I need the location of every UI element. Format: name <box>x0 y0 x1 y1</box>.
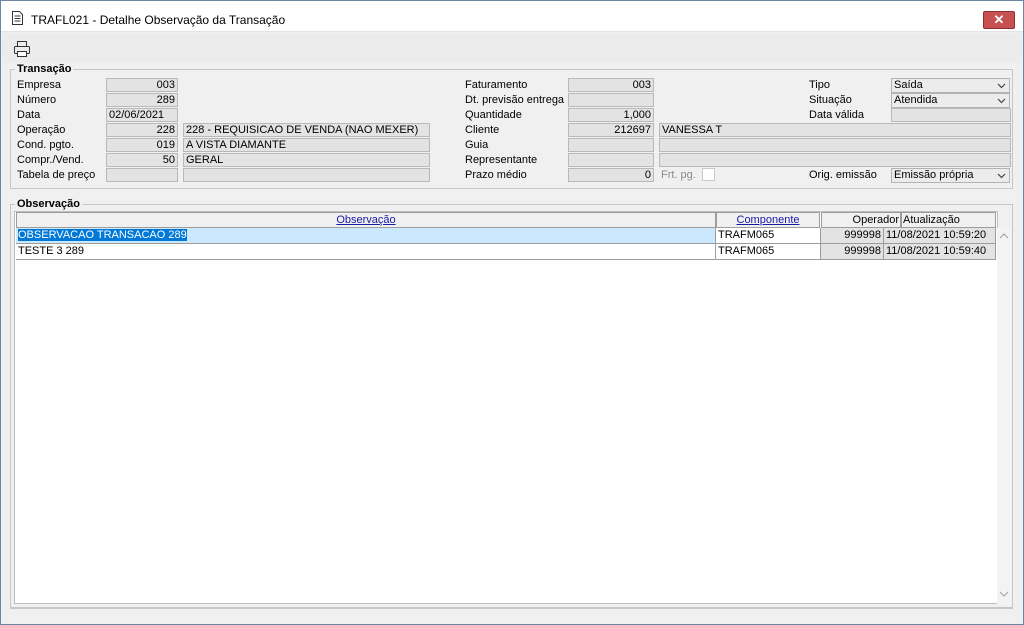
title-bar[interactable]: TRAFL021 - Detalhe Observação da Transaç… <box>1 1 1023 32</box>
data-valida-field[interactable] <box>891 108 1011 122</box>
empresa-field[interactable]: 003 <box>106 78 178 92</box>
chevron-up-icon[interactable] <box>999 232 1009 240</box>
quantidade-field[interactable]: 1,000 <box>568 108 654 122</box>
operacao-code-field[interactable]: 228 <box>106 123 178 137</box>
observacao-legend: Observação <box>15 198 82 210</box>
close-icon: ✕ <box>993 12 1005 27</box>
atualizacao-cell[interactable]: 11/08/2021 10:59:20 <box>884 228 996 244</box>
bottom-divider <box>10 607 1012 608</box>
quantidade-label: Quantidade <box>465 109 522 121</box>
tabela-preco-label: Tabela de preço <box>17 169 96 181</box>
column-header-componente[interactable]: Componente <box>716 212 820 228</box>
observacao-cell[interactable]: OBSERVACAO TRANSACAO 289 <box>16 228 716 244</box>
cond-pgto-code-field[interactable]: 019 <box>106 138 178 152</box>
representante-name-field[interactable] <box>659 153 1011 167</box>
orig-emissao-value: Emissão própria <box>894 169 974 181</box>
faturamento-label: Faturamento <box>465 79 528 91</box>
atualizacao-cell[interactable]: 11/08/2021 10:59:40 <box>884 244 996 260</box>
window-title: TRAFL021 - Detalhe Observação da Transaç… <box>31 13 286 27</box>
observacao-text: OBSERVACAO TRANSACAO 289 <box>18 229 187 241</box>
data-label: Data <box>17 109 41 121</box>
guia-label: Guia <box>465 139 489 151</box>
situacao-label: Situação <box>809 94 852 106</box>
observacao-cell[interactable]: TESTE 3 289 <box>16 244 716 260</box>
column-header-atualizacao[interactable]: Atualização <box>901 212 996 228</box>
tabela-preco-desc-field[interactable] <box>183 168 430 182</box>
column-header-operador[interactable]: Operador <box>821 212 901 228</box>
cliente-name-field[interactable]: VANESSA T <box>659 123 1011 137</box>
cond-pgto-label: Cond. pgto. <box>17 139 74 151</box>
chevron-down-icon[interactable] <box>999 590 1009 598</box>
componente-cell[interactable]: TRAFM065 <box>716 228 821 244</box>
toolbar <box>2 33 1022 63</box>
cliente-code-field[interactable]: 212697 <box>568 123 654 137</box>
orig-emissao-select[interactable]: Emissão própria <box>891 168 1010 183</box>
representante-code-field[interactable] <box>568 153 654 167</box>
empresa-label: Empresa <box>17 79 62 91</box>
operacao-label: Operação <box>17 124 66 136</box>
situacao-value: Atendida <box>894 94 938 106</box>
frt-pg-checkbox[interactable] <box>702 168 715 181</box>
tipo-label: Tipo <box>809 79 830 91</box>
prazo-medio-label: Prazo médio <box>465 169 527 181</box>
printer-icon[interactable] <box>13 40 31 58</box>
dt-previsao-label: Dt. previsão entrega <box>465 94 565 106</box>
close-button[interactable]: ✕ <box>983 11 1015 29</box>
operacao-desc-field[interactable]: 228 - REQUISICAO DE VENDA (NAO MEXER) <box>183 123 430 137</box>
vertical-scrollbar[interactable] <box>997 228 1011 605</box>
table-row[interactable]: OBSERVACAO TRANSACAO 289 TRAFM065 999998… <box>15 228 998 244</box>
guia-name-field[interactable] <box>659 138 1011 152</box>
operador-cell[interactable]: 999998 <box>821 228 884 244</box>
operador-cell[interactable]: 999998 <box>821 244 884 260</box>
componente-cell[interactable]: TRAFM065 <box>716 244 821 260</box>
tipo-select[interactable]: Saída <box>891 78 1010 93</box>
table-row[interactable]: TESTE 3 289 TRAFM065 999998 11/08/2021 1… <box>15 244 998 260</box>
tipo-value: Saída <box>894 79 923 91</box>
data-field[interactable]: 02/06/2021 <box>106 108 178 122</box>
compr-vend-code-field[interactable]: 50 <box>106 153 178 167</box>
numero-field[interactable]: 289 <box>106 93 178 107</box>
compr-vend-desc-field[interactable]: GERAL <box>183 153 430 167</box>
cliente-label: Cliente <box>465 124 500 136</box>
orig-emissao-label: Orig. emissão <box>809 169 877 181</box>
representante-label: Representante <box>465 154 538 166</box>
main-window: TRAFL021 - Detalhe Observação da Transaç… <box>0 0 1024 625</box>
transacao-legend: Transação <box>15 63 74 75</box>
tabela-preco-code-field[interactable] <box>106 168 178 182</box>
situacao-select[interactable]: Atendida <box>891 93 1010 108</box>
faturamento-field[interactable]: 003 <box>568 78 654 92</box>
data-valida-label: Data válida <box>809 109 865 121</box>
prazo-medio-field[interactable]: 0 <box>568 168 654 182</box>
numero-label: Número <box>17 94 57 106</box>
cond-pgto-desc-field[interactable]: A VISTA DIAMANTE <box>183 138 430 152</box>
frt-pg-label: Frt. pg. <box>661 169 696 181</box>
chevron-down-icon <box>997 173 1006 179</box>
observacao-grid[interactable]: Observação Componente Operador Atualizaç… <box>14 211 1011 605</box>
chevron-down-icon <box>997 83 1006 89</box>
dt-previsao-field[interactable] <box>568 93 654 107</box>
document-icon <box>12 11 23 25</box>
compr-vend-label: Compr./Vend. <box>17 154 84 166</box>
column-header-observacao[interactable]: Observação <box>16 212 716 228</box>
chevron-down-icon <box>997 98 1006 104</box>
guia-code-field[interactable] <box>568 138 654 152</box>
